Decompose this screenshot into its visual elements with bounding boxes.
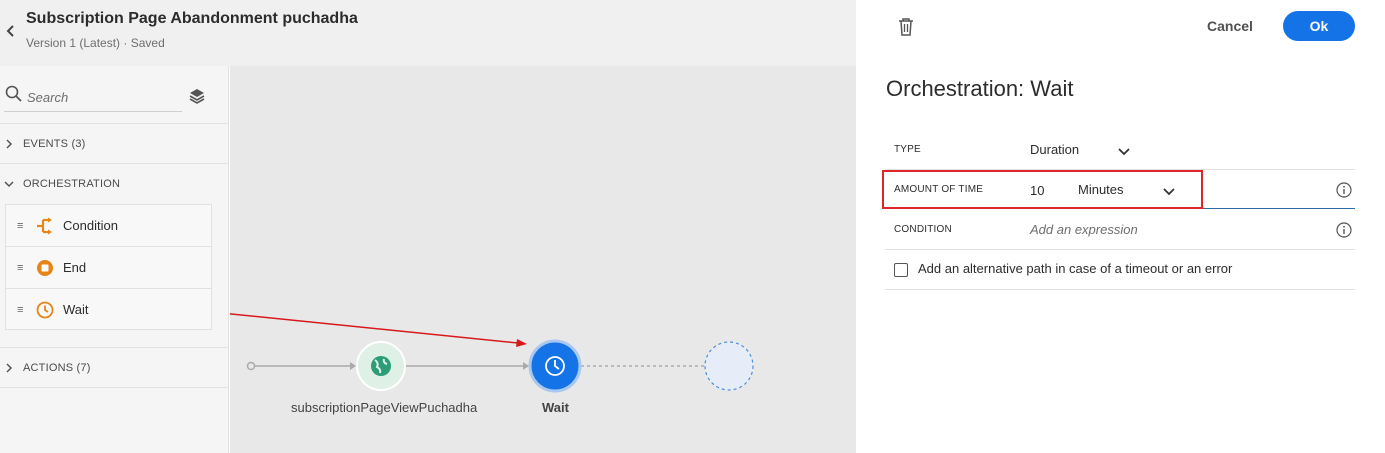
amount-input[interactable] (1030, 181, 1060, 199)
canvas-connectors (230, 313, 754, 393)
drag-handle-icon[interactable]: ≡ (17, 220, 23, 232)
section-divider (0, 387, 229, 388)
orchestration-items: ≡ Condition ≡ End ≡ Wait (5, 204, 212, 330)
section-orchestration[interactable]: ORCHESTRATION (0, 163, 229, 203)
alternative-path-checkbox[interactable] (894, 263, 908, 277)
palette-item-label: Wait (63, 302, 89, 317)
condition-icon (36, 217, 54, 235)
alternative-path-row: Add an alternative path in case of a tim… (885, 250, 1355, 290)
section-events-label: EVENTS (3) (23, 138, 86, 150)
info-icon[interactable] (1336, 182, 1352, 198)
type-select[interactable]: Duration (1030, 142, 1079, 157)
wait-node-label: Wait (542, 400, 569, 415)
annotation-arrow (230, 313, 519, 344)
panel-title: Orchestration: Wait (886, 76, 1074, 101)
unit-select[interactable]: Minutes (1078, 182, 1124, 197)
palette-item-label: Condition (63, 218, 118, 233)
event-node-label: subscriptionPageViewPuchadha (291, 400, 478, 415)
clock-icon (36, 301, 54, 319)
section-orchestration-label: ORCHESTRATION (23, 178, 121, 190)
chevron-down-icon[interactable] (1118, 144, 1130, 156)
info-icon[interactable] (1336, 222, 1352, 238)
journey-canvas[interactable]: subscriptionPageViewPuchadha Wait (230, 66, 856, 453)
section-actions-label: ACTIONS (7) (23, 362, 91, 374)
journey-version: Version 1 (Latest) · Saved (26, 36, 165, 50)
section-actions[interactable]: ACTIONS (7) (0, 347, 229, 387)
event-node[interactable] (356, 341, 406, 391)
cancel-button[interactable]: Cancel (1201, 12, 1259, 40)
type-row: TYPE Duration (885, 130, 1355, 170)
journey-editor: Subscription Page Abandonment puchadha V… (0, 0, 1385, 453)
palette-item-condition[interactable]: ≡ Condition (6, 205, 211, 247)
ok-button[interactable]: Ok (1283, 11, 1355, 41)
amount-label: AMOUNT OF TIME (894, 184, 984, 195)
start-dot-icon (246, 361, 256, 371)
alternative-path-label: Add an alternative path in case of a tim… (918, 261, 1233, 276)
search-input[interactable] (27, 87, 177, 107)
drag-handle-icon[interactable]: ≡ (17, 262, 23, 274)
chevron-right-icon (4, 361, 14, 373)
chevron-down-icon (4, 177, 14, 189)
search-box (4, 84, 182, 112)
palette-sidebar: EVENTS (3) ORCHESTRATION ≡ Condition ≡ (0, 66, 229, 453)
wait-node[interactable] (528, 339, 582, 393)
type-label: TYPE (894, 144, 921, 155)
journey-title: Subscription Page Abandonment puchadha (26, 10, 358, 27)
palette-item-wait[interactable]: ≡ Wait (6, 289, 211, 331)
amount-row: AMOUNT OF TIME Minutes (885, 170, 1355, 210)
field-underline (1030, 208, 1355, 209)
condition-expression-input[interactable]: Add an expression (1030, 222, 1138, 237)
annotation-arrowhead (516, 339, 527, 347)
layers-icon[interactable] (187, 86, 207, 106)
properties-panel: Cancel Ok Orchestration: Wait TYPE Durat… (856, 0, 1385, 453)
back-icon[interactable] (4, 22, 18, 40)
condition-row: CONDITION Add an expression (885, 210, 1355, 250)
empty-node-placeholder[interactable] (704, 341, 754, 391)
palette-item-label: End (63, 260, 87, 275)
trash-icon[interactable] (897, 17, 915, 37)
drag-handle-icon[interactable]: ≡ (17, 304, 23, 316)
condition-label: CONDITION (894, 224, 952, 235)
connector-arrowhead (523, 362, 529, 370)
journey-header: Subscription Page Abandonment puchadha V… (0, 0, 856, 66)
search-icon (4, 84, 24, 104)
chevron-down-icon[interactable] (1163, 184, 1175, 196)
section-events[interactable]: EVENTS (3) (0, 123, 229, 163)
palette-item-end[interactable]: ≡ End (6, 247, 211, 289)
chevron-right-icon (4, 137, 14, 149)
connector-arrowhead (350, 362, 356, 370)
end-icon (36, 259, 54, 277)
